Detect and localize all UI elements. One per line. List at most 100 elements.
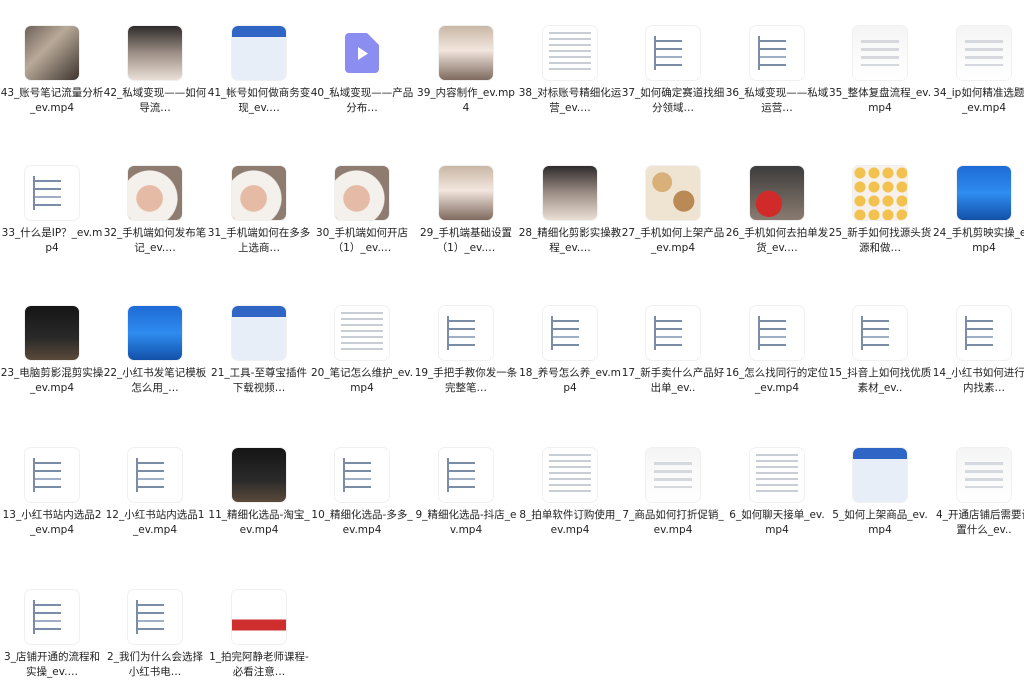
file-item[interactable]: 22_小红书发笔记模板怎么用_… (103, 306, 207, 416)
file-item[interactable]: 4_开通店铺后需要设置什么_ev.. (932, 448, 1024, 558)
file-item[interactable]: 36_私域变现——私域运营… (725, 26, 829, 136)
file-item[interactable]: 40_私域变现——产品分布… (310, 26, 414, 136)
video-thumbnail (128, 26, 182, 80)
file-name: 7_商品如何打折促销_ev.mp4 (622, 509, 724, 536)
file-item[interactable]: 20_笔记怎么维护_ev.mp4 (310, 306, 414, 416)
file-item[interactable]: 35_整体复盘流程_ev.mp4 (828, 26, 932, 136)
file-item[interactable]: 38_对标账号精细化运营_ev.… (518, 26, 622, 136)
video-thumbnail (25, 448, 79, 502)
video-thumbnail (646, 448, 700, 502)
file-item[interactable]: 18_养号怎么养_ev.mp4 (518, 306, 622, 416)
file-item[interactable]: 14_小红书如何进行站内找素… (932, 306, 1024, 416)
file-item[interactable]: 29_手机端基础设置（1）_ev.… (414, 166, 518, 276)
video-thumbnail (232, 306, 286, 360)
file-name: 42_私域变现——如何导流… (103, 87, 207, 114)
file-item[interactable]: 24_手机剪映实操_ev.mp4 (932, 166, 1024, 276)
file-name: 29_手机端基础设置（1）_ev.… (419, 227, 513, 254)
file-item[interactable]: 33_什么是IP？_ev.mp4 (0, 166, 104, 276)
file-name: 37_如何确定赛道找细分领域… (621, 87, 725, 114)
file-item[interactable]: 42_私域变现——如何导流… (103, 26, 207, 136)
file-name: 15_抖音上如何找优质素材_ev.. (828, 367, 932, 394)
video-file-icon (335, 26, 389, 80)
file-grid: 43_账号笔记流量分析_ev.mp4 42_私域变现——如何导流… 41_帐号如何做… (0, 0, 1024, 699)
file-item[interactable]: 17_新手卖什么产品好出单_ev.. (621, 306, 725, 416)
video-thumbnail (439, 448, 493, 502)
file-name: 1_拍完阿静老师课程-必看注意… (209, 651, 309, 678)
file-name: 3_店铺开通的流程和实操_ev.… (4, 651, 100, 678)
video-thumbnail (750, 166, 804, 220)
file-name: 35_整体复盘流程_ev.mp4 (828, 87, 932, 114)
file-item[interactable]: 27_手机如何上架产品_ev.mp4 (621, 166, 725, 276)
file-name: 26_手机如何去拍单发货_ev.… (725, 227, 829, 254)
video-thumbnail (750, 26, 804, 80)
video-thumbnail (853, 448, 907, 502)
file-item[interactable]: 2_我们为什么会选择小红书电… (103, 590, 207, 700)
video-thumbnail (232, 26, 286, 80)
video-thumbnail (957, 306, 1011, 360)
file-item[interactable]: 8_拍单软件订购使用_ev.mp4 (518, 448, 622, 558)
file-item[interactable]: 37_如何确定赛道找细分领域… (621, 26, 725, 136)
video-thumbnail (439, 26, 493, 80)
file-item[interactable]: 11_精细化选品-淘宝_ev.mp4 (207, 448, 311, 558)
video-thumbnail (750, 306, 804, 360)
file-name: 12_小红书站内选品1_ev.mp4 (105, 509, 205, 536)
file-name: 6_如何聊天接单_ev.mp4 (729, 509, 825, 536)
file-item[interactable]: 25_新手如何找源头货源和做… (828, 166, 932, 276)
file-item[interactable]: 13_小红书站内选品2_ev.mp4 (0, 448, 104, 558)
file-name: 27_手机如何上架产品_ev.mp4 (621, 227, 725, 254)
file-item[interactable]: 41_帐号如何做商务变现_ev.… (207, 26, 311, 136)
video-thumbnail (439, 306, 493, 360)
video-thumbnail (957, 166, 1011, 220)
video-thumbnail (128, 448, 182, 502)
file-name: 10_精细化选品-多多_ev.mp4 (311, 509, 413, 536)
file-item[interactable]: 21_工具-至尊宝插件下载视频… (207, 306, 311, 416)
video-thumbnail (25, 166, 79, 220)
file-item[interactable]: 5_如何上架商品_ev.mp4 (828, 448, 932, 558)
file-item[interactable]: 30_手机端如何开店（1）_ev.… (310, 166, 414, 276)
file-name: 8_拍单软件订购使用_ev.mp4 (519, 509, 621, 536)
file-name: 40_私域变现——产品分布… (310, 87, 414, 114)
file-name: 13_小红书站内选品2_ev.mp4 (2, 509, 102, 536)
video-thumbnail (25, 26, 79, 80)
file-name: 5_如何上架商品_ev.mp4 (832, 509, 928, 536)
file-name: 23_电脑剪影混剪实操_ev.mp4 (0, 367, 104, 394)
file-item[interactable]: 9_精细化选品-抖店_ev.mp4 (414, 448, 518, 558)
video-thumbnail (543, 26, 597, 80)
file-item[interactable]: 6_如何聊天接单_ev.mp4 (725, 448, 829, 558)
file-item[interactable]: 43_账号笔记流量分析_ev.mp4 (0, 26, 104, 136)
video-thumbnail (25, 590, 79, 644)
file-item[interactable]: 39_内容制作_ev.mp4 (414, 26, 518, 136)
video-thumbnail (439, 166, 493, 220)
file-name: 25_新手如何找源头货源和做… (828, 227, 932, 254)
file-name: 11_精细化选品-淘宝_ev.mp4 (208, 509, 310, 536)
file-name: 41_帐号如何做商务变现_ev.… (207, 87, 311, 114)
file-name: 32_手机端如何发布笔记_ev.… (103, 227, 207, 254)
file-item[interactable]: 1_拍完阿静老师课程-必看注意… (207, 590, 311, 700)
file-item[interactable]: 31_手机端如何在多多上选商… (207, 166, 311, 276)
file-item[interactable]: 23_电脑剪影混剪实操_ev.mp4 (0, 306, 104, 416)
video-thumbnail (335, 306, 389, 360)
file-item[interactable]: 19_手把手教你发一条完整笔… (414, 306, 518, 416)
video-thumbnail (128, 166, 182, 220)
file-item[interactable]: 3_店铺开通的流程和实操_ev.… (0, 590, 104, 700)
file-name: 30_手机端如何开店（1）_ev.… (315, 227, 409, 254)
file-name: 31_手机端如何在多多上选商… (207, 227, 311, 254)
file-name: 20_笔记怎么维护_ev.mp4 (310, 367, 414, 394)
file-item[interactable]: 12_小红书站内选品1_ev.mp4 (103, 448, 207, 558)
file-item[interactable]: 7_商品如何打折促销_ev.mp4 (621, 448, 725, 558)
file-item[interactable]: 15_抖音上如何找优质素材_ev.. (828, 306, 932, 416)
file-item[interactable]: 34_ip如何精准选题？_ev.mp4 (932, 26, 1024, 136)
file-item[interactable]: 10_精细化选品-多多_ev.mp4 (310, 448, 414, 558)
video-thumbnail (750, 448, 804, 502)
video-thumbnail (543, 306, 597, 360)
video-thumbnail (335, 448, 389, 502)
file-name: 17_新手卖什么产品好出单_ev.. (621, 367, 725, 394)
video-thumbnail (232, 590, 286, 644)
file-name: 9_精细化选品-抖店_ev.mp4 (415, 509, 517, 536)
file-name: 4_开通店铺后需要设置什么_ev.. (936, 509, 1024, 536)
file-item[interactable]: 26_手机如何去拍单发货_ev.… (725, 166, 829, 276)
file-name: 34_ip如何精准选题？_ev.mp4 (933, 87, 1024, 114)
file-item[interactable]: 32_手机端如何发布笔记_ev.… (103, 166, 207, 276)
file-item[interactable]: 16_怎么找同行的定位_ev.mp4 (725, 306, 829, 416)
file-item[interactable]: 28_精细化剪影实操教程_ev.… (518, 166, 622, 276)
